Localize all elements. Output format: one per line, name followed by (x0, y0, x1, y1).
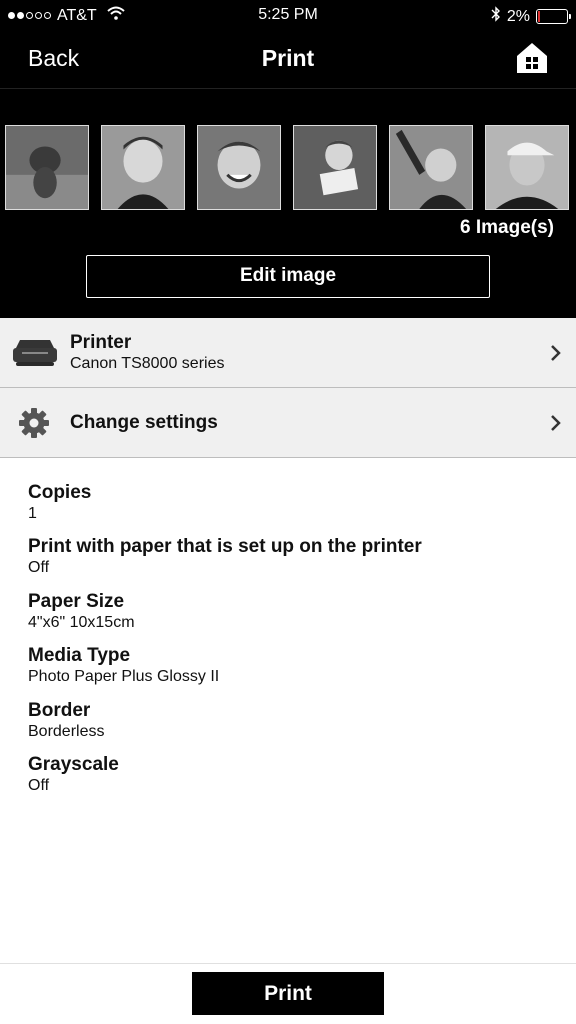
thumbnail-boy-grinning[interactable] (197, 125, 281, 210)
setting-value: Off (28, 559, 50, 577)
thumbnail-child-reaching[interactable] (389, 125, 473, 210)
setting-value: 4"x6" 10x15cm (28, 613, 135, 631)
setting-media-type: Media Type Photo Paper Plus Glossy II (28, 644, 558, 698)
nav-divider (0, 88, 576, 89)
setting-grayscale: Grayscale Off (28, 753, 558, 807)
printer-icon (12, 338, 58, 368)
setting-value: Off (28, 776, 50, 794)
status-bar: AT&T 5:25 PM 2% (0, 0, 576, 30)
footer-divider (0, 963, 576, 964)
setting-label: Grayscale (28, 753, 119, 775)
page-title: Print (261, 45, 315, 71)
bluetooth-icon (491, 6, 501, 27)
header-panel: AT&T 5:25 PM 2% Back Print 6 Image(s) Ed… (0, 0, 576, 318)
printer-row[interactable]: Printer Canon TS8000 series (0, 318, 576, 388)
setting-value: 1 (28, 505, 37, 522)
thumbnail-toddler-with-paper[interactable] (293, 125, 377, 210)
change-settings-title: Change settings (70, 412, 218, 433)
setting-label: Border (28, 699, 91, 721)
thumbnail-boy-smiling[interactable] (101, 125, 185, 210)
setting-label: Media Type (28, 645, 131, 667)
chevron-right-icon (550, 414, 562, 432)
change-settings-row[interactable]: Change settings (0, 388, 576, 458)
setting-value: Photo Paper Plus Glossy II (28, 668, 220, 686)
setting-label: Paper Size (28, 590, 125, 612)
setting-paper-size: Paper Size 4"x6" 10x15cm (28, 590, 558, 644)
setting-border: Border Borderless (28, 699, 558, 753)
battery-icon (536, 9, 571, 24)
thumbnail-man-with-cap[interactable] (485, 125, 569, 210)
setting-paper-setup: Print with paper that is set up on the p… (28, 535, 558, 589)
status-time: 5:25 PM (258, 6, 318, 23)
setting-copies: Copies 1 (28, 481, 558, 535)
navigation-bar: Back Print (0, 36, 576, 86)
print-button[interactable]: Print (192, 972, 384, 1015)
thumbnail-dog[interactable] (5, 125, 89, 210)
settings-summary: Copies 1 Print with paper that is set up… (28, 481, 558, 807)
edit-image-button[interactable]: Edit image (86, 255, 490, 298)
home-icon[interactable] (514, 40, 550, 76)
chevron-right-icon (550, 344, 562, 362)
image-count-label: 6 Image(s) (460, 217, 554, 238)
image-thumbnail-strip[interactable] (5, 125, 569, 210)
printer-title: Printer (70, 332, 132, 353)
gear-icon (18, 407, 50, 439)
printer-name: Canon TS8000 series (70, 355, 225, 372)
setting-label: Copies (28, 482, 92, 503)
battery-percent: 2% (506, 7, 530, 25)
setting-label: Print with paper that is set up on the p… (28, 536, 422, 558)
status-right: 2% (491, 6, 571, 27)
setting-value: Borderless (28, 722, 105, 740)
